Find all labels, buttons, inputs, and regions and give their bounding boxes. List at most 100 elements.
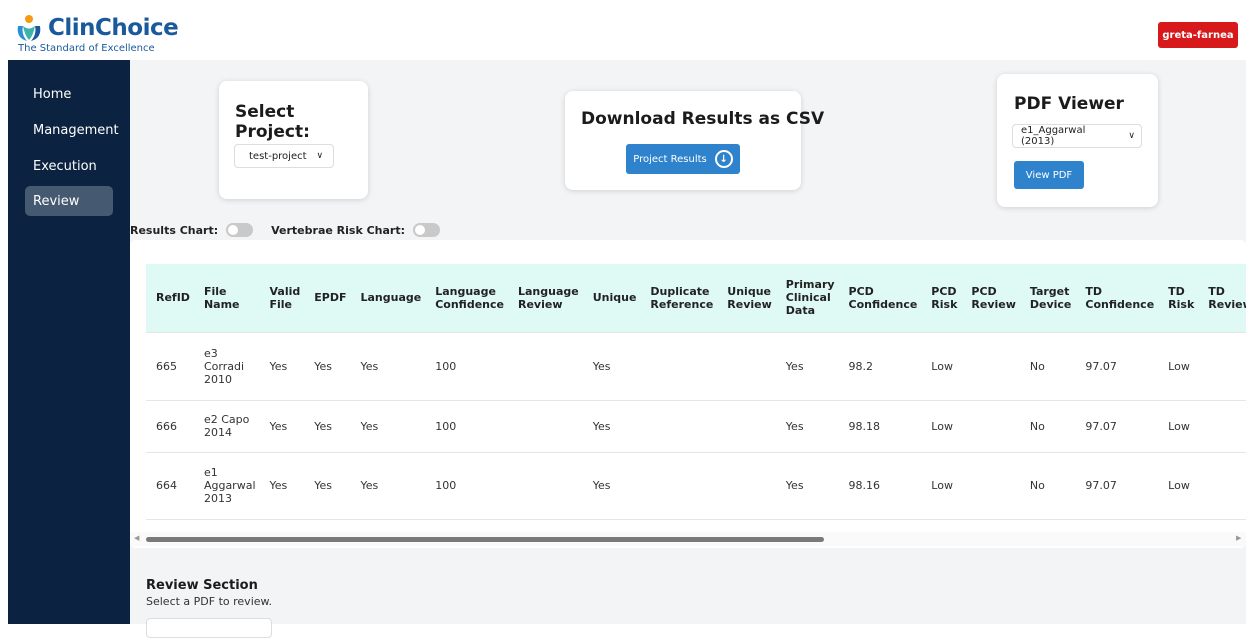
column-header: Unique Review (717, 264, 776, 333)
project-select[interactable]: test-project ∨ (234, 144, 334, 168)
clinchoice-logo-icon (17, 15, 41, 41)
scroll-right-arrow-icon[interactable]: ▶ (1236, 534, 1241, 542)
table-row[interactable]: 665 e3 Corradi 2010 Yes Yes Yes 100 Yes … (146, 332, 1246, 401)
column-header: Language Review (507, 264, 583, 333)
cell-language: Yes (350, 400, 426, 453)
column-header: TD Risk (1158, 264, 1199, 333)
cell-pcd-review (961, 400, 1020, 453)
cell-language-review (507, 332, 583, 401)
results-chart-label: Results Chart: (130, 223, 219, 237)
sidebar: Home Management Execution Review (8, 60, 130, 624)
column-header: Valid File (259, 264, 305, 333)
chart-toggles: Results Chart: Vertebrae Risk Chart: (130, 220, 458, 240)
column-header: Target Device (1019, 264, 1076, 333)
project-results-button[interactable]: Project Results ↓ (626, 144, 740, 174)
cell-file-name: e3 Corradi 2010 (193, 332, 260, 401)
column-header: Primary Clinical Data (775, 264, 839, 333)
cell-duplicate-reference (640, 452, 718, 520)
cell-unique-review (717, 332, 776, 401)
chevron-down-icon: ∨ (316, 151, 324, 161)
review-section: Review Section Select a PDF to review. (146, 578, 273, 638)
results-table-panel: RefID File Name Valid File EPDF Language… (130, 240, 1246, 548)
vertebrae-chart-toggle[interactable] (413, 223, 440, 237)
cell-target-device: No (1019, 400, 1076, 453)
cell-unique-review (717, 400, 776, 453)
cell-pcd-review (961, 452, 1020, 520)
cell-td-confidence: 97.07 (1075, 452, 1159, 520)
cell-language-confidence: 100 (425, 332, 508, 401)
cell-language: Yes (350, 332, 426, 401)
column-header: TD Review (1198, 264, 1246, 333)
vertebrae-chart-label: Vertebrae Risk Chart: (271, 223, 405, 237)
review-section-title: Review Section (146, 578, 258, 593)
cell-primary-clinical-data: Yes (775, 452, 839, 520)
cell-target-device: No (1019, 452, 1076, 520)
view-pdf-button[interactable]: View PDF (1014, 161, 1084, 189)
select-project-card: Select Project: test-project ∨ (219, 81, 368, 199)
cell-file-name: e1 Aggarwal 2013 (193, 452, 260, 520)
cell-pcd-confidence: 98.2 (838, 332, 922, 401)
column-header: Language (350, 264, 426, 333)
pdf-select[interactable]: e1_Aggarwal (2013) ∨ (1012, 124, 1142, 148)
project-select-value: test-project (249, 150, 307, 162)
download-card: Download Results as CSV Project Results … (565, 91, 824, 190)
cell-duplicate-reference (640, 400, 718, 453)
cell-target-device: No (1019, 332, 1076, 401)
table-horizontal-scrollbar[interactable]: ◀ ▶ (130, 532, 1246, 546)
cell-refid: 666 (146, 400, 194, 453)
table-row[interactable]: 664 e1 Aggarwal 2013 Yes Yes Yes 100 Yes… (146, 452, 1246, 520)
cell-epdf: Yes (304, 400, 351, 453)
sidebar-item-management[interactable]: Management (25, 115, 119, 145)
cell-primary-clinical-data: Yes (775, 400, 839, 453)
brand-name: ClinChoice (48, 15, 179, 41)
cell-valid-file: Yes (259, 400, 305, 453)
column-header: EPDF (304, 264, 351, 333)
cell-unique: Yes (582, 400, 641, 453)
pdf-viewer-title: PDF Viewer (1014, 94, 1124, 114)
cell-td-risk: Low (1158, 332, 1199, 401)
brand-logo[interactable]: ClinChoice The Standard of Excellence (12, 14, 179, 54)
top-bar: ClinChoice The Standard of Excellence gr… (0, 0, 1246, 60)
cell-td-risk: Low (1158, 452, 1199, 520)
cell-duplicate-reference (640, 332, 718, 401)
scroll-left-arrow-icon[interactable]: ◀ (134, 534, 139, 542)
cell-pcd-confidence: 98.16 (838, 452, 922, 520)
cell-pcd-review (961, 332, 1020, 401)
project-results-label: Project Results (633, 153, 707, 165)
cell-primary-clinical-data: Yes (775, 332, 839, 401)
cell-td-review (1198, 400, 1246, 453)
cell-td-review (1198, 452, 1246, 520)
sidebar-item-execution[interactable]: Execution (25, 151, 113, 181)
column-header: Duplicate Reference (640, 264, 718, 333)
cell-language: Yes (350, 452, 426, 520)
pdf-select-value: e1_Aggarwal (2013) (1021, 125, 1086, 147)
scrollbar-thumb[interactable] (146, 537, 824, 542)
cell-td-confidence: 97.07 (1075, 332, 1159, 401)
cell-language-confidence: 100 (425, 452, 508, 520)
cell-unique: Yes (582, 332, 641, 401)
cell-td-confidence: 97.07 (1075, 400, 1159, 453)
chevron-down-icon: ∨ (1128, 131, 1135, 141)
column-header: PCD Confidence (838, 264, 922, 333)
column-header: PCD Risk (921, 264, 962, 333)
column-header: File Name (193, 264, 260, 333)
results-table: RefID File Name Valid File EPDF Language… (146, 264, 1246, 520)
cell-pcd-risk: Low (921, 452, 962, 520)
user-menu-button[interactable]: greta-farnea (1158, 22, 1238, 48)
sidebar-item-home[interactable]: Home (25, 79, 113, 109)
cell-pcd-confidence: 98.18 (838, 400, 922, 453)
cell-unique-review (717, 452, 776, 520)
brand-tagline: The Standard of Excellence (18, 43, 155, 54)
cell-epdf: Yes (304, 452, 351, 520)
review-section-subtitle: Select a PDF to review. (146, 595, 273, 608)
cell-valid-file: Yes (259, 452, 305, 520)
column-header: Language Confidence (425, 264, 508, 333)
sidebar-item-review[interactable]: Review (25, 186, 113, 216)
review-pdf-select[interactable] (146, 618, 272, 638)
table-row[interactable]: 666 e2 Capo 2014 Yes Yes Yes 100 Yes Yes… (146, 400, 1246, 453)
cell-pcd-risk: Low (921, 332, 962, 401)
results-chart-toggle[interactable] (226, 223, 254, 237)
cell-valid-file: Yes (259, 332, 305, 401)
cell-td-review (1198, 332, 1246, 401)
cell-epdf: Yes (304, 332, 351, 401)
